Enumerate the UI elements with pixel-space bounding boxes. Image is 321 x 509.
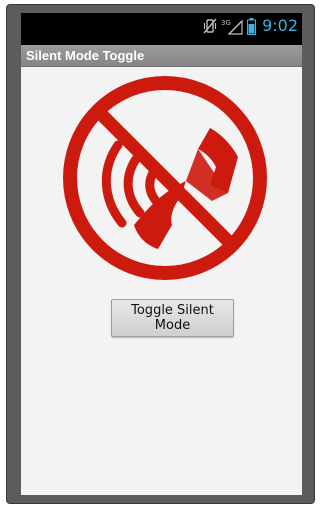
vibrate-icon bbox=[203, 18, 217, 34]
title-bar: Silent Mode Toggle bbox=[21, 45, 302, 67]
clock: 9:02 bbox=[262, 16, 298, 35]
device-frame: 3G 9:02 Silent Mode Toggle Toggle Silent… bbox=[6, 4, 315, 504]
signal-icon: 3G bbox=[221, 17, 243, 35]
main-content: Toggle Silent Mode bbox=[21, 67, 302, 495]
silent-mode-icon bbox=[60, 73, 270, 283]
network-type-label: 3G bbox=[221, 19, 231, 27]
status-icons: 3G 9:02 bbox=[203, 16, 298, 36]
battery-icon bbox=[247, 17, 257, 35]
status-bar: 3G 9:02 bbox=[21, 13, 302, 39]
toggle-silent-mode-button[interactable]: Toggle Silent Mode bbox=[111, 299, 234, 337]
screen: 3G 9:02 Silent Mode Toggle Toggle Silent… bbox=[21, 13, 302, 495]
app-title: Silent Mode Toggle bbox=[26, 48, 145, 63]
